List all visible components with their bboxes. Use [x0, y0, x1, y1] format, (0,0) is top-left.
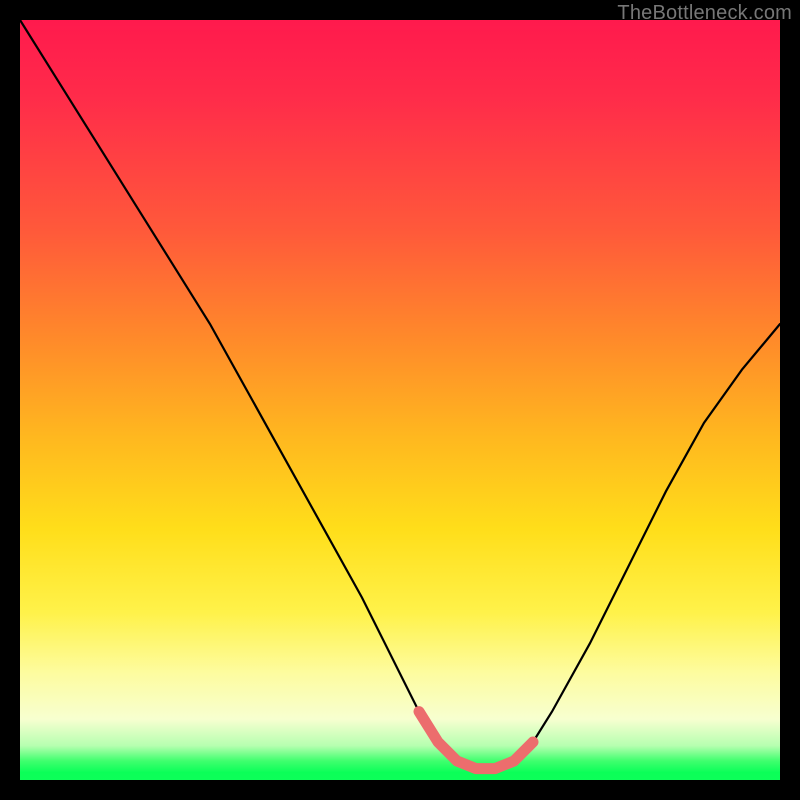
bottleneck-curve: [20, 20, 780, 769]
bottleneck-highlight: [419, 712, 533, 769]
curve-svg: [20, 20, 780, 780]
plot-area: [20, 20, 780, 780]
chart-stage: TheBottleneck.com: [0, 0, 800, 800]
